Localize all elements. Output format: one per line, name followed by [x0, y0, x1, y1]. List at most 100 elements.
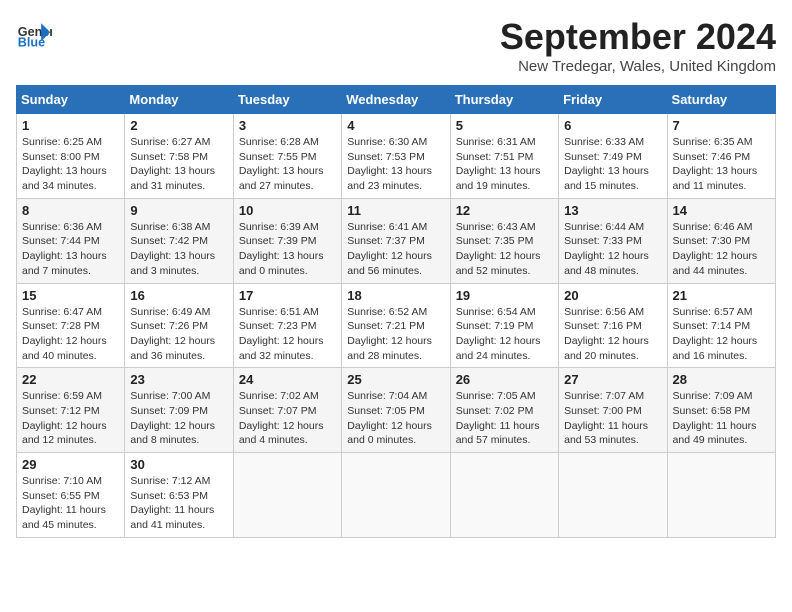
day-cell-3: 3 Sunrise: 6:28 AM Sunset: 7:55 PM Daylig…: [233, 114, 341, 199]
day-number: 26: [456, 372, 553, 387]
header-wednesday: Wednesday: [342, 86, 450, 114]
day-number: 13: [564, 203, 661, 218]
week-row-1: 1 Sunrise: 6:25 AM Sunset: 8:00 PM Daylig…: [17, 114, 776, 199]
page-header: General Blue September 2024 New Tredegar…: [16, 16, 776, 75]
day-cell-23: 23Sunrise: 7:00 AM Sunset: 7:09 PM Dayli…: [125, 368, 233, 453]
day-cell-25: 25 Sunrise: 7:04 AM Sunset: 7:05 PM Dayli…: [342, 368, 450, 453]
day-number: 28: [673, 372, 770, 387]
day-cell-19: 19 Sunrise: 6:54 AM Sunset: 7:19 PM Dayli…: [450, 283, 558, 368]
header-thursday: Thursday: [450, 86, 558, 114]
empty-cell: [450, 453, 558, 538]
day-info: Sunrise: 6:57 AM Sunset: 7:14 PM Dayligh…: [673, 305, 770, 364]
day-info: Sunrise: 6:35 AM Sunset: 7:46 PM Dayligh…: [673, 135, 770, 194]
day-number: 25: [347, 372, 444, 387]
day-number: 3: [239, 118, 336, 133]
day-cell-20: 20 Sunrise: 6:56 AM Sunset: 7:16 PM Dayli…: [559, 283, 667, 368]
day-cell-16: 16 Sunrise: 6:49 AM Sunset: 7:26 PM Dayli…: [125, 283, 233, 368]
day-number: 27: [564, 372, 661, 387]
day-cell-26: 26 Sunrise: 7:05 AM Sunset: 7:02 PM Dayli…: [450, 368, 558, 453]
day-cell-11: 11 Sunrise: 6:41 AM Sunset: 7:37 PM Dayli…: [342, 198, 450, 283]
day-info: Sunrise: 6:41 AM Sunset: 7:37 PM Dayligh…: [347, 220, 444, 279]
day-number: 4: [347, 118, 444, 133]
day-number: 1: [22, 118, 119, 133]
day-info: Sunrise: 6:54 AM Sunset: 7:19 PM Dayligh…: [456, 305, 553, 364]
day-number: 29: [22, 457, 119, 472]
calendar-body: 1 Sunrise: 6:25 AM Sunset: 8:00 PM Daylig…: [17, 114, 776, 538]
header-friday: Friday: [559, 86, 667, 114]
day-info: Sunrise: 6:59 AM Sunset: 7:12 PM Dayligh…: [22, 389, 119, 448]
day-number: 30: [130, 457, 227, 472]
day-cell-1: 1 Sunrise: 6:25 AM Sunset: 8:00 PM Daylig…: [17, 114, 125, 199]
empty-cell: [342, 453, 450, 538]
day-cell-13: 13 Sunrise: 6:44 AM Sunset: 7:33 PM Dayli…: [559, 198, 667, 283]
day-number: 22: [22, 372, 119, 387]
day-number: 2: [130, 118, 227, 133]
day-info: Sunrise: 6:30 AM Sunset: 7:53 PM Dayligh…: [347, 135, 444, 194]
header-monday: Monday: [125, 86, 233, 114]
day-number: 5: [456, 118, 553, 133]
day-info: Sunrise: 6:36 AM Sunset: 7:44 PM Dayligh…: [22, 220, 119, 279]
day-number: 18: [347, 288, 444, 303]
day-cell-14: 14 Sunrise: 6:46 AM Sunset: 7:30 PM Dayli…: [667, 198, 775, 283]
day-number: 8: [22, 203, 119, 218]
empty-cell: [233, 453, 341, 538]
day-number: 9: [130, 203, 227, 218]
day-cell-10: 10 Sunrise: 6:39 AM Sunset: 7:39 PM Dayli…: [233, 198, 341, 283]
day-cell-27: 27Sunrise: 7:07 AM Sunset: 7:00 PM Dayli…: [559, 368, 667, 453]
svg-text:Blue: Blue: [18, 36, 45, 50]
day-number: 20: [564, 288, 661, 303]
day-number: 19: [456, 288, 553, 303]
day-info: Sunrise: 7:02 AM Sunset: 7:07 PM Dayligh…: [239, 389, 336, 448]
day-cell-6: 6Sunrise: 6:33 AM Sunset: 7:49 PM Daylig…: [559, 114, 667, 199]
logo-icon: General Blue: [16, 16, 52, 52]
day-info: Sunrise: 7:00 AM Sunset: 7:09 PM Dayligh…: [130, 389, 227, 448]
day-cell-29: 29 Sunrise: 7:10 AM Sunset: 6:55 PM Dayli…: [17, 453, 125, 538]
day-cell-30: 30 Sunrise: 7:12 AM Sunset: 6:53 PM Dayli…: [125, 453, 233, 538]
day-info: Sunrise: 6:49 AM Sunset: 7:26 PM Dayligh…: [130, 305, 227, 364]
day-info: Sunrise: 6:56 AM Sunset: 7:16 PM Dayligh…: [564, 305, 661, 364]
day-info: Sunrise: 6:38 AM Sunset: 7:42 PM Dayligh…: [130, 220, 227, 279]
empty-cell: [667, 453, 775, 538]
day-number: 15: [22, 288, 119, 303]
day-info: Sunrise: 7:12 AM Sunset: 6:53 PM Dayligh…: [130, 474, 227, 533]
day-cell-21: 21Sunrise: 6:57 AM Sunset: 7:14 PM Dayli…: [667, 283, 775, 368]
day-info: Sunrise: 6:51 AM Sunset: 7:23 PM Dayligh…: [239, 305, 336, 364]
day-number: 11: [347, 203, 444, 218]
calendar-table: SundayMondayTuesdayWednesdayThursdayFrid…: [16, 85, 776, 538]
day-info: Sunrise: 7:05 AM Sunset: 7:02 PM Dayligh…: [456, 389, 553, 448]
day-info: Sunrise: 7:04 AM Sunset: 7:05 PM Dayligh…: [347, 389, 444, 448]
calendar-subtitle: New Tredegar, Wales, United Kingdom: [500, 58, 776, 75]
day-info: Sunrise: 6:27 AM Sunset: 7:58 PM Dayligh…: [130, 135, 227, 194]
day-info: Sunrise: 6:31 AM Sunset: 7:51 PM Dayligh…: [456, 135, 553, 194]
day-cell-28: 28 Sunrise: 7:09 AM Sunset: 6:58 PM Dayli…: [667, 368, 775, 453]
day-number: 16: [130, 288, 227, 303]
day-info: Sunrise: 7:10 AM Sunset: 6:55 PM Dayligh…: [22, 474, 119, 533]
day-cell-12: 12Sunrise: 6:43 AM Sunset: 7:35 PM Dayli…: [450, 198, 558, 283]
logo: General Blue: [16, 16, 52, 52]
header-tuesday: Tuesday: [233, 86, 341, 114]
title-block: September 2024 New Tredegar, Wales, Unit…: [500, 16, 776, 75]
day-cell-18: 18 Sunrise: 6:52 AM Sunset: 7:21 PM Dayli…: [342, 283, 450, 368]
week-row-4: 22 Sunrise: 6:59 AM Sunset: 7:12 PM Dayli…: [17, 368, 776, 453]
day-info: Sunrise: 6:28 AM Sunset: 7:55 PM Dayligh…: [239, 135, 336, 194]
day-number: 10: [239, 203, 336, 218]
day-cell-15: 15 Sunrise: 6:47 AM Sunset: 7:28 PM Dayli…: [17, 283, 125, 368]
calendar-header-row: SundayMondayTuesdayWednesdayThursdayFrid…: [17, 86, 776, 114]
day-info: Sunrise: 6:25 AM Sunset: 8:00 PM Dayligh…: [22, 135, 119, 194]
day-number: 14: [673, 203, 770, 218]
day-info: Sunrise: 6:39 AM Sunset: 7:39 PM Dayligh…: [239, 220, 336, 279]
day-info: Sunrise: 6:33 AM Sunset: 7:49 PM Dayligh…: [564, 135, 661, 194]
day-cell-24: 24Sunrise: 7:02 AM Sunset: 7:07 PM Dayli…: [233, 368, 341, 453]
day-cell-5: 5 Sunrise: 6:31 AM Sunset: 7:51 PM Daylig…: [450, 114, 558, 199]
calendar-title: September 2024: [500, 16, 776, 58]
header-saturday: Saturday: [667, 86, 775, 114]
day-info: Sunrise: 6:52 AM Sunset: 7:21 PM Dayligh…: [347, 305, 444, 364]
day-cell-8: 8 Sunrise: 6:36 AM Sunset: 7:44 PM Daylig…: [17, 198, 125, 283]
day-info: Sunrise: 7:09 AM Sunset: 6:58 PM Dayligh…: [673, 389, 770, 448]
empty-cell: [559, 453, 667, 538]
day-cell-22: 22 Sunrise: 6:59 AM Sunset: 7:12 PM Dayli…: [17, 368, 125, 453]
header-sunday: Sunday: [17, 86, 125, 114]
day-info: Sunrise: 6:47 AM Sunset: 7:28 PM Dayligh…: [22, 305, 119, 364]
day-info: Sunrise: 6:46 AM Sunset: 7:30 PM Dayligh…: [673, 220, 770, 279]
day-info: Sunrise: 6:44 AM Sunset: 7:33 PM Dayligh…: [564, 220, 661, 279]
